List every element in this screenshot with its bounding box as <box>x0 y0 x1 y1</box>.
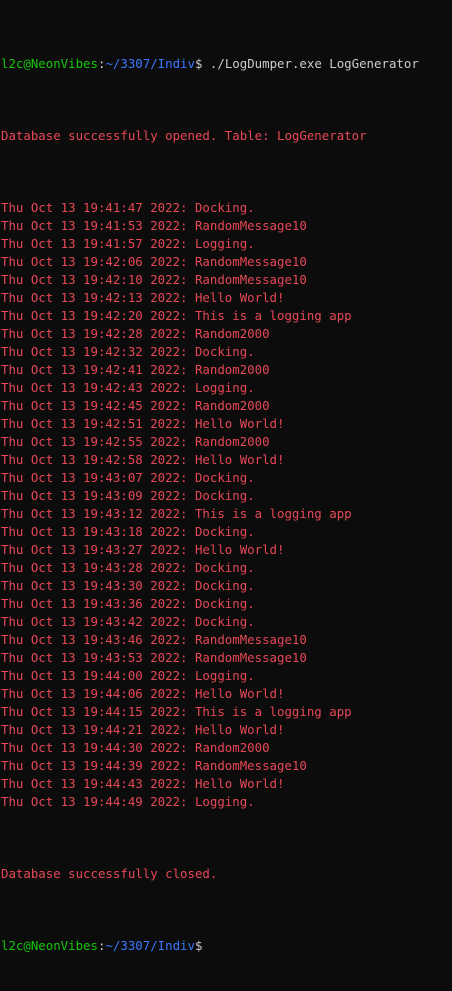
log-line: Thu Oct 13 19:42:10 2022: RandomMessage1… <box>1 272 307 287</box>
log-line: Thu Oct 13 19:42:13 2022: Hello World! <box>1 290 285 305</box>
log-line: Thu Oct 13 19:43:27 2022: Hello World! <box>1 542 285 557</box>
log-line: Thu Oct 13 19:44:30 2022: Random2000 <box>1 740 270 755</box>
prompt-dollar: $ <box>194 56 210 71</box>
log-line: Thu Oct 13 19:44:00 2022: Logging. <box>1 668 255 683</box>
log-line: Thu Oct 13 19:43:53 2022: RandomMessage1… <box>1 650 307 665</box>
log-line: Thu Oct 13 19:44:06 2022: Hello World! <box>1 686 285 701</box>
log-line: Thu Oct 13 19:42:58 2022: Hello World! <box>1 452 285 467</box>
prompt-user-host: l2c@NeonVibes <box>1 938 98 953</box>
log-line: Thu Oct 13 19:43:09 2022: Docking. <box>1 488 255 503</box>
prompt-line-current[interactable]: l2c@NeonVibes:~/3307/Indiv$ <box>1 937 452 955</box>
prompt-path: ~/3307/Indiv <box>105 938 195 953</box>
log-line: Thu Oct 13 19:44:39 2022: RandomMessage1… <box>1 758 307 773</box>
prompt-dollar: $ <box>194 938 203 953</box>
log-line: Thu Oct 13 19:42:41 2022: Random2000 <box>1 362 270 377</box>
terminal-window[interactable]: l2c@NeonVibes:~/3307/Indiv$ ./LogDumper.… <box>1 1 452 991</box>
command-text: ./LogDumper.exe LogGenerator <box>209 56 419 71</box>
database-closed-message: Database successfully closed. <box>1 866 218 881</box>
log-line: Thu Oct 13 19:43:42 2022: Docking. <box>1 614 255 629</box>
log-line: Thu Oct 13 19:43:07 2022: Docking. <box>1 470 255 485</box>
log-line: Thu Oct 13 19:42:43 2022: Logging. <box>1 380 255 395</box>
prompt-colon: : <box>97 938 106 953</box>
log-line: Thu Oct 13 19:43:18 2022: Docking. <box>1 524 255 539</box>
log-line: Thu Oct 13 19:42:55 2022: Random2000 <box>1 434 270 449</box>
log-line: Thu Oct 13 19:42:28 2022: Random2000 <box>1 326 270 341</box>
log-line: Thu Oct 13 19:42:06 2022: RandomMessage1… <box>1 254 307 269</box>
prompt-path: ~/3307/Indiv <box>105 56 195 71</box>
log-line: Thu Oct 13 19:41:47 2022: Docking. <box>1 200 255 215</box>
log-line: Thu Oct 13 19:44:15 2022: This is a logg… <box>1 704 352 719</box>
log-output: Thu Oct 13 19:41:47 2022: Docking. Thu Oc… <box>1 199 452 811</box>
log-line: Thu Oct 13 19:41:57 2022: Logging. <box>1 236 255 251</box>
log-line: Thu Oct 13 19:43:28 2022: Docking. <box>1 560 255 575</box>
prompt-line: l2c@NeonVibes:~/3307/Indiv$ ./LogDumper.… <box>1 55 452 73</box>
log-line: Thu Oct 13 19:41:53 2022: RandomMessage1… <box>1 218 307 233</box>
log-line: Thu Oct 13 19:43:30 2022: Docking. <box>1 578 255 593</box>
database-opened-message: Database successfully opened. Table: Log… <box>1 128 367 143</box>
log-line: Thu Oct 13 19:44:21 2022: Hello World! <box>1 722 285 737</box>
log-line: Thu Oct 13 19:44:43 2022: Hello World! <box>1 776 285 791</box>
log-line: Thu Oct 13 19:42:20 2022: This is a logg… <box>1 308 352 323</box>
log-line: Thu Oct 13 19:43:12 2022: This is a logg… <box>1 506 352 521</box>
log-line: Thu Oct 13 19:42:45 2022: Random2000 <box>1 398 270 413</box>
log-line: Thu Oct 13 19:43:46 2022: RandomMessage1… <box>1 632 307 647</box>
log-line: Thu Oct 13 19:43:36 2022: Docking. <box>1 596 255 611</box>
log-line: Thu Oct 13 19:42:32 2022: Docking. <box>1 344 255 359</box>
cursor <box>202 938 210 952</box>
log-line: Thu Oct 13 19:44:49 2022: Logging. <box>1 794 255 809</box>
log-line: Thu Oct 13 19:42:51 2022: Hello World! <box>1 416 285 431</box>
prompt-user-host: l2c@NeonVibes <box>1 56 98 71</box>
